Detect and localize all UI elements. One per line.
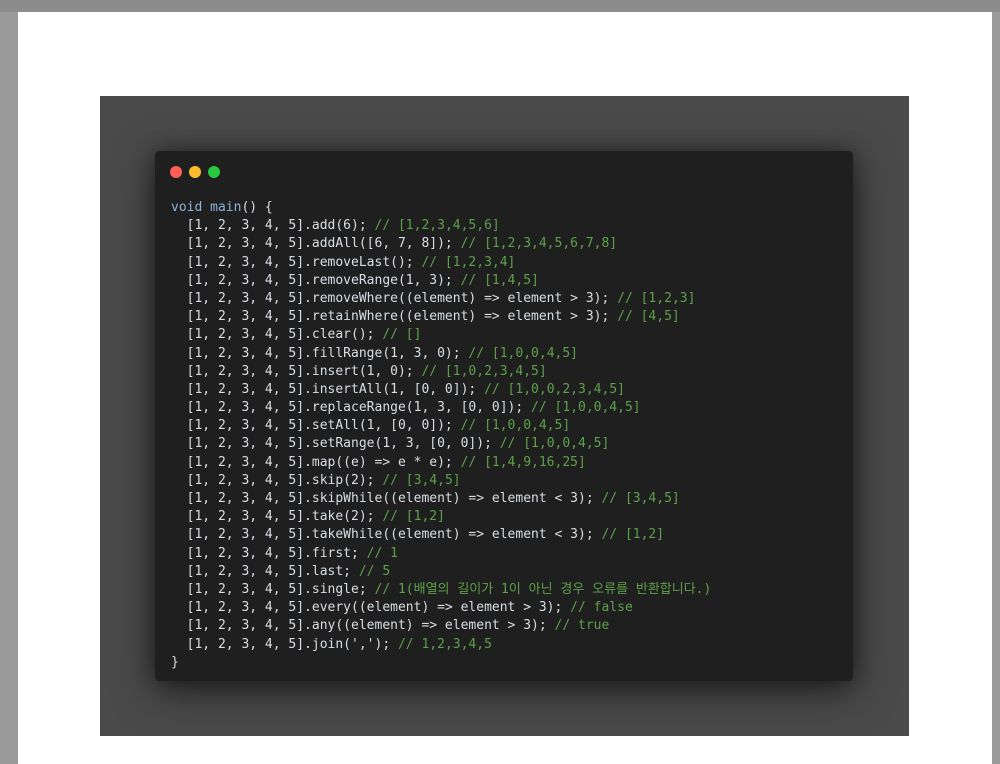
code-comment: // [1,0,0,4,5] [468, 345, 578, 361]
code-window: void main() { [1, 2, 3, 4, 5].add(6); //… [155, 151, 853, 681]
window-controls [170, 166, 220, 178]
code-line: [1, 2, 3, 4, 5].replaceRange(1, 3, [0, 0… [171, 399, 711, 417]
code-comment: // [1,2,3,4,5,6] [374, 218, 500, 234]
code-statement: [1, 2, 3, 4, 5].last; [171, 563, 359, 579]
code-comment: // [1,4,5] [460, 272, 539, 288]
code-statement: [1, 2, 3, 4, 5].clear(); [171, 327, 383, 343]
code-statement: [1, 2, 3, 4, 5].skipWhile((element) => e… [171, 491, 602, 506]
code-comment: // [1,0,0,4,5] [499, 436, 610, 452]
code-comment: // [1,0,2,3,4,5] [421, 363, 547, 379]
code-line: [1, 2, 3, 4, 5].retainWhere((element) =>… [171, 308, 711, 326]
code-comment: // [1,0,0,4,5] [531, 400, 641, 416]
code-line: [1, 2, 3, 4, 5].takeWhile((element) => e… [171, 526, 711, 544]
code-line: [1, 2, 3, 4, 5].last; // 5 [171, 563, 711, 581]
code-comment: // [3,4,5] [382, 472, 461, 488]
code-line: [1, 2, 3, 4, 5].first; // 1 [171, 545, 711, 563]
code-comment: // true [554, 618, 610, 634]
code-comment: // [1,2] [601, 527, 665, 543]
code-comment: // [1,2,3] [617, 290, 696, 306]
code-statement: [1, 2, 3, 4, 5].insertAll(1, [0, 0]); [171, 381, 485, 397]
code-line: [1, 2, 3, 4, 5].removeWhere((element) =>… [171, 290, 711, 308]
yellow-dot-icon [189, 166, 201, 178]
red-dot-icon [170, 166, 182, 178]
code-block: void main() { [1, 2, 3, 4, 5].add(6); //… [171, 199, 711, 672]
code-statement: [1, 2, 3, 4, 5].add(6); [171, 218, 375, 234]
code-comment: // [1,0,0,4,5] [460, 418, 571, 434]
code-statement: [1, 2, 3, 4, 5].addAll([6, 7, 8]); [171, 236, 461, 252]
code-line: [1, 2, 3, 4, 5].skip(2); // [3,4,5] [171, 472, 711, 490]
code-statement: [1, 2, 3, 4, 5].single; [171, 581, 375, 597]
code-statement: [1, 2, 3, 4, 5].removeWhere((element) =>… [171, 290, 618, 306]
code-line: [1, 2, 3, 4, 5].insert(1, 0); // [1,0,2,… [171, 363, 711, 381]
code-statement: [1, 2, 3, 4, 5].join(','); [171, 636, 398, 652]
code-line: [1, 2, 3, 4, 5].skipWhile((element) => e… [171, 490, 711, 508]
code-statement: [1, 2, 3, 4, 5].setAll(1, [0, 0]); [171, 418, 461, 434]
code-comment: // [4,5] [617, 309, 680, 325]
code-comment: // [3,4,5] [601, 491, 680, 506]
code-comment: // 5 [358, 563, 391, 579]
viewer-top-bar [0, 0, 1000, 12]
code-comment: // [1,0,0,2,3,4,5] [484, 381, 625, 397]
code-statement: [1, 2, 3, 4, 5].takeWhile((element) => e… [171, 527, 602, 543]
code-statement: [1, 2, 3, 4, 5].retainWhere((element) =>… [171, 309, 618, 325]
code-comment: // 1 [366, 545, 398, 561]
code-line-header: void main() { [171, 199, 711, 217]
code-statement: [1, 2, 3, 4, 5].any((element) => element… [171, 618, 555, 634]
code-line: [1, 2, 3, 4, 5].every((element) => eleme… [171, 599, 711, 617]
code-image-frame: void main() { [1, 2, 3, 4, 5].add(6); //… [100, 96, 909, 736]
code-statement: [1, 2, 3, 4, 5].insert(1, 0); [171, 363, 422, 379]
code-statement: [1, 2, 3, 4, 5].fillRange(1, 3, 0); [171, 345, 469, 361]
code-statement: [1, 2, 3, 4, 5].map((e) => e * e); [171, 454, 461, 470]
code-statement: [1, 2, 3, 4, 5].every((element) => eleme… [171, 600, 571, 616]
code-statement: [1, 2, 3, 4, 5].replaceRange(1, 3, [0, 0… [171, 400, 532, 416]
code-line: [1, 2, 3, 4, 5].single; // 1(배열의 길이가 1이 … [171, 581, 712, 599]
code-comment: // 1(배열의 길이가 1이 아닌 경우 오류를 반환합니다.) [374, 581, 712, 597]
code-line: [1, 2, 3, 4, 5].addAll([6, 7, 8]); // [1… [171, 235, 711, 253]
code-comment: // [1,2] [382, 509, 445, 525]
code-line: [1, 2, 3, 4, 5].removeLast(); // [1,2,3,… [171, 254, 711, 272]
code-line-footer: } [171, 654, 179, 670]
code-line: [1, 2, 3, 4, 5].map((e) => e * e); // [1… [171, 454, 711, 472]
code-comment: // [1,2,3,4] [421, 254, 516, 270]
code-comment: // 1,2,3,4,5 [397, 636, 492, 652]
code-line: [1, 2, 3, 4, 5].add(6); // [1,2,3,4,5,6] [171, 217, 711, 235]
code-comment: // false [570, 600, 633, 616]
code-statement: [1, 2, 3, 4, 5].first; [171, 545, 367, 561]
page-paper: void main() { [1, 2, 3, 4, 5].add(6); //… [18, 12, 992, 764]
code-statement: [1, 2, 3, 4, 5].removeLast(); [171, 254, 422, 270]
code-line: [1, 2, 3, 4, 5].fillRange(1, 3, 0); // [… [171, 345, 711, 363]
code-statement: [1, 2, 3, 4, 5].skip(2); [171, 472, 383, 488]
keyword-void: void [171, 200, 203, 215]
code-line: [1, 2, 3, 4, 5].join(','); // 1,2,3,4,5 [171, 636, 711, 654]
code-statement: [1, 2, 3, 4, 5].take(2); [171, 509, 383, 525]
code-statement: [1, 2, 3, 4, 5].removeRange(1, 3); [171, 272, 461, 288]
code-line: [1, 2, 3, 4, 5].setRange(1, 3, [0, 0]); … [171, 435, 711, 453]
code-line: [1, 2, 3, 4, 5].take(2); // [1,2] [171, 508, 711, 526]
code-comment: // [] [382, 327, 422, 343]
header-rest: () { [241, 200, 273, 215]
code-line: [1, 2, 3, 4, 5].insertAll(1, [0, 0]); //… [171, 381, 711, 399]
code-line: [1, 2, 3, 4, 5].setAll(1, [0, 0]); // [1… [171, 417, 711, 435]
code-line: [1, 2, 3, 4, 5].removeRange(1, 3); // [1… [171, 272, 711, 290]
code-statement: [1, 2, 3, 4, 5].setRange(1, 3, [0, 0]); [171, 436, 500, 452]
code-comment: // [1,2,3,4,5,6,7,8] [460, 236, 618, 252]
green-dot-icon [208, 166, 220, 178]
code-line: [1, 2, 3, 4, 5].clear(); // [] [171, 326, 711, 344]
function-name: main [210, 200, 242, 215]
code-comment: // [1,4,9,16,25] [460, 454, 586, 470]
code-line: [1, 2, 3, 4, 5].any((element) => element… [171, 617, 711, 635]
